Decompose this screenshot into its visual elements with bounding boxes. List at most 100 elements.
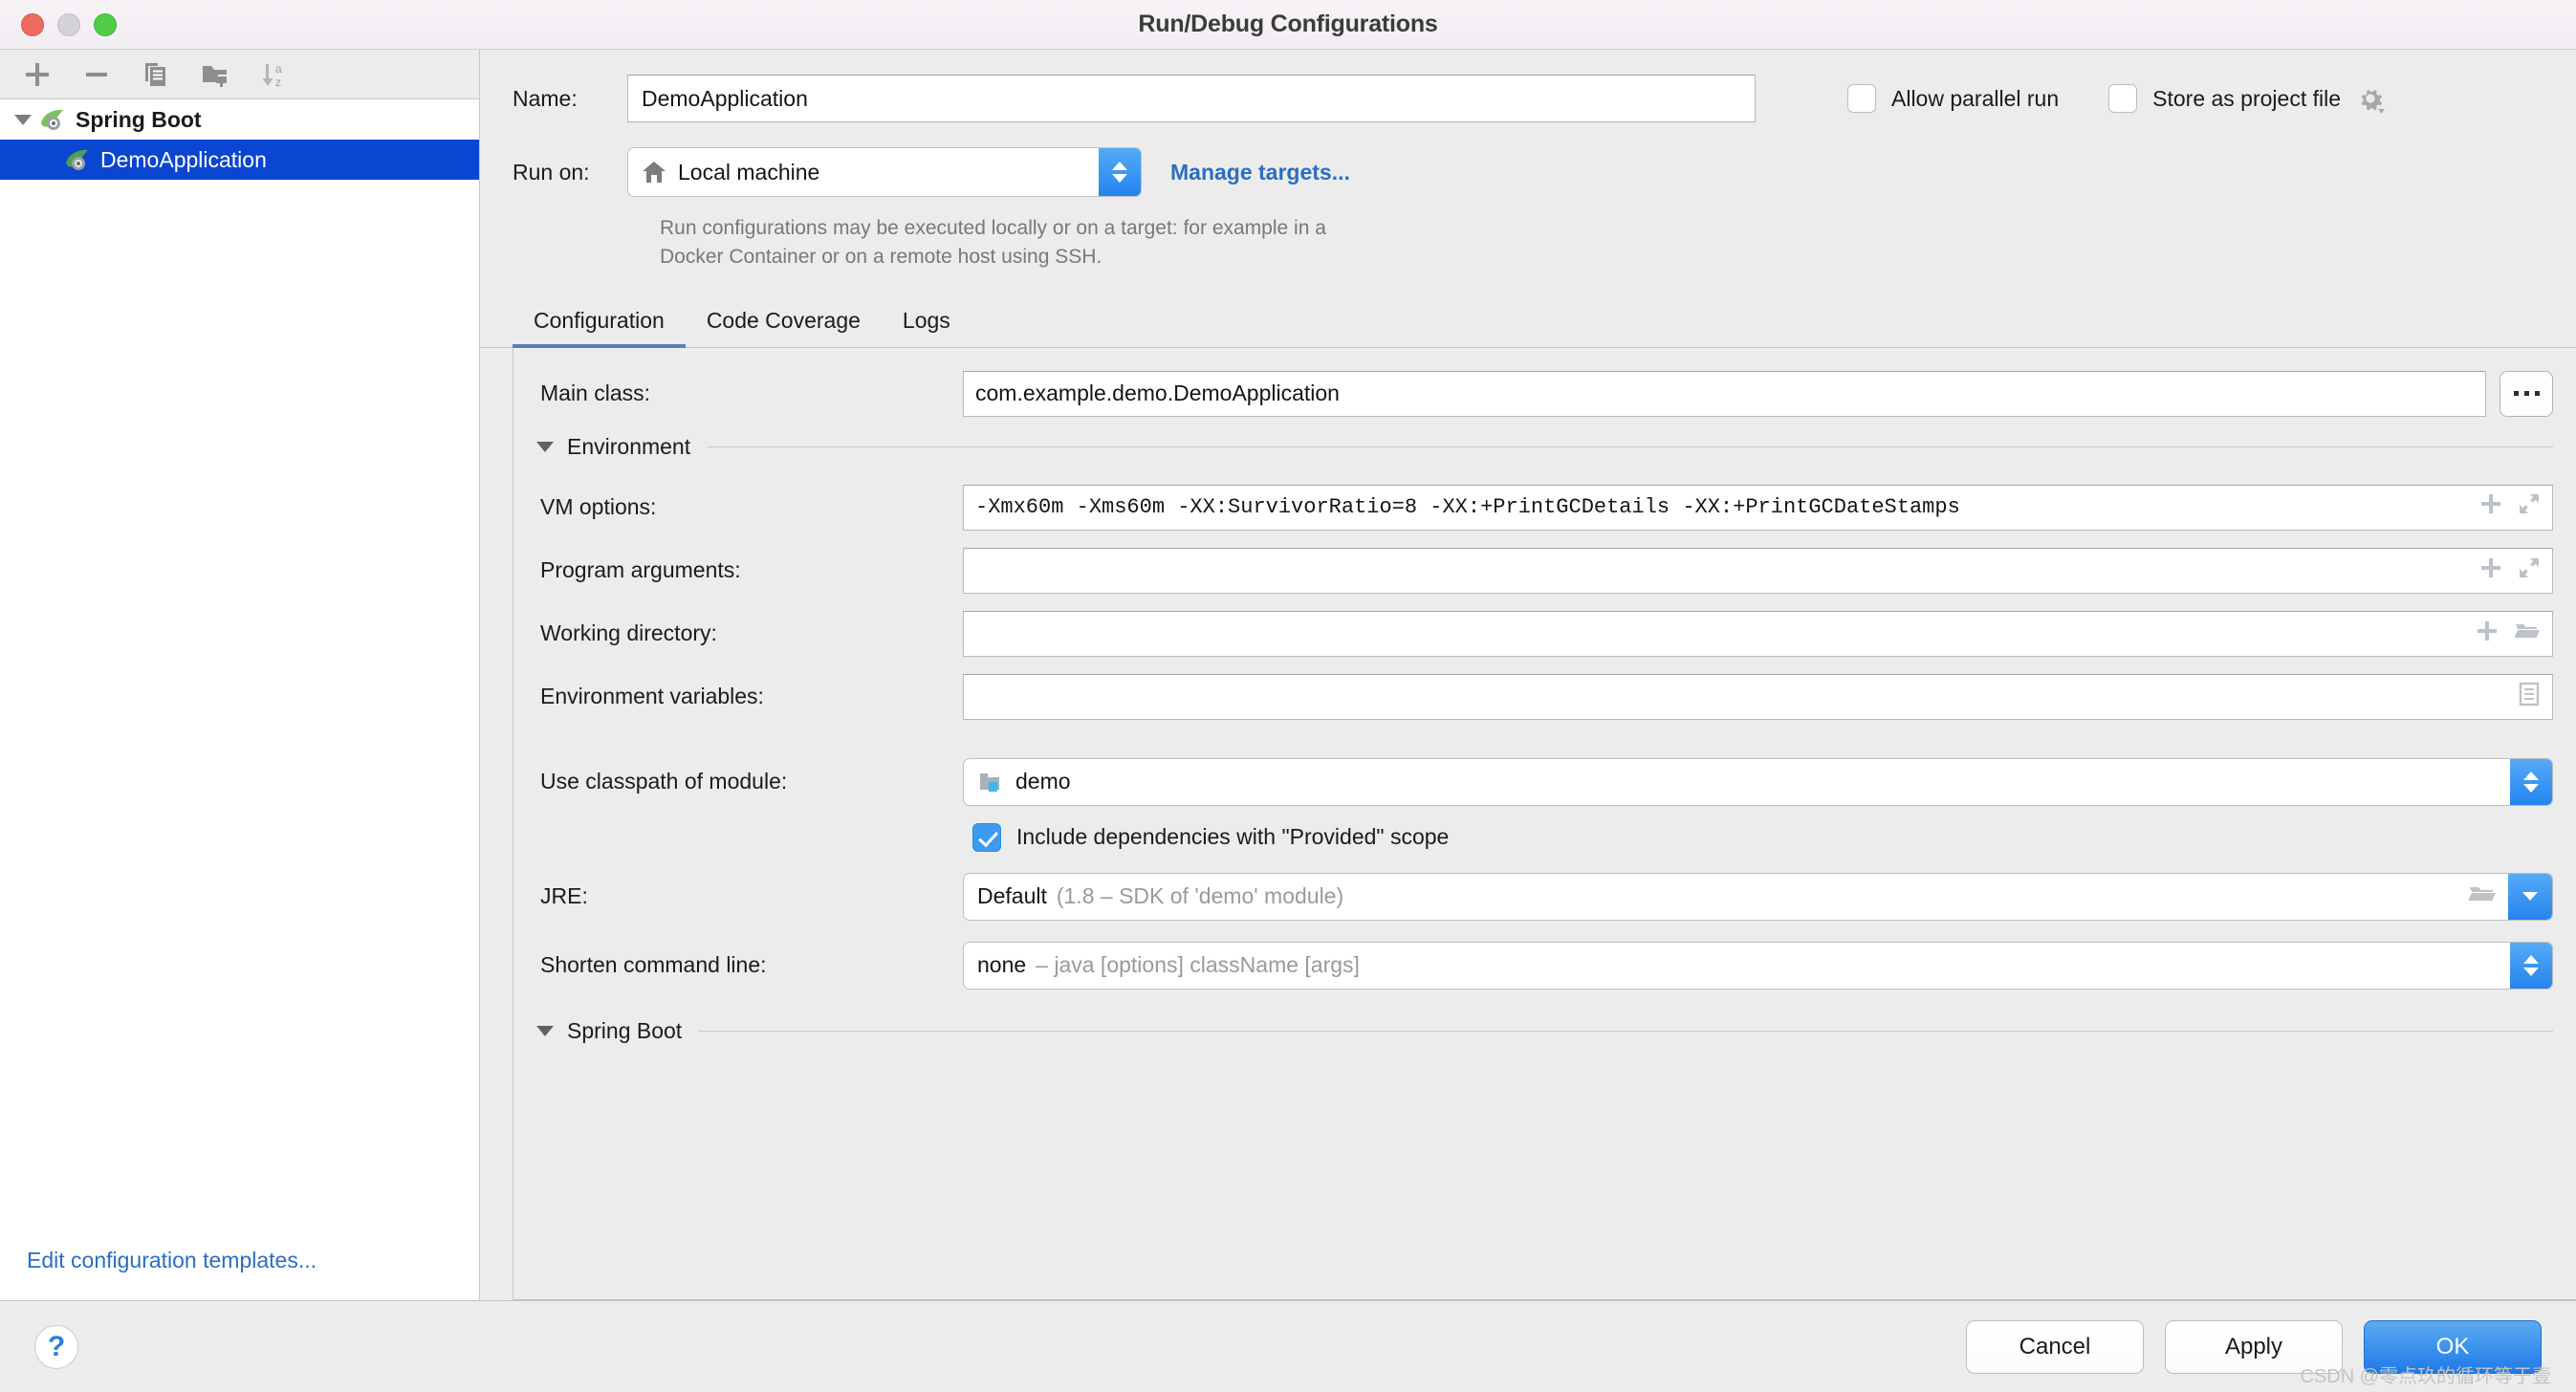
tab-configuration[interactable]: Configuration (513, 300, 686, 348)
add-configuration-button[interactable] (15, 55, 59, 94)
copy-configuration-button[interactable] (134, 55, 178, 94)
module-icon (977, 770, 1004, 794)
apply-button[interactable]: Apply (2165, 1319, 2343, 1374)
main-class-input[interactable]: com.example.demo.DemoApplication (963, 370, 2486, 417)
main-panel: Name: DemoApplication Allow parallel run… (480, 50, 2576, 1300)
program-arguments-input[interactable] (963, 547, 2553, 594)
run-on-row: Run on: Local machine Manage targets... (480, 147, 2576, 197)
manage-targets-link[interactable]: Manage targets... (1170, 160, 1350, 185)
shorten-command-line-stepper[interactable] (2510, 942, 2552, 989)
vm-options-input[interactable]: -Xmx60m -Xms60m -XX:SurvivorRatio=8 -XX:… (963, 484, 2553, 531)
shorten-command-line-dropdown[interactable]: none – java [options] className [args] (963, 941, 2553, 990)
plus-icon[interactable] (2476, 620, 2499, 648)
tree-group-spring-boot[interactable]: Spring Boot (0, 99, 479, 140)
plus-icon[interactable] (2479, 492, 2502, 522)
collapse-triangle-icon[interactable] (536, 1025, 554, 1036)
use-classpath-of-module-value: demo (1015, 769, 1071, 794)
chevron-down-icon (2522, 892, 2538, 902)
tree-item-demoapplication[interactable]: DemoApplication (0, 140, 479, 180)
collapse-triangle-icon[interactable] (536, 441, 554, 452)
main-class-browse-button[interactable] (2500, 370, 2553, 417)
environment-section-header[interactable]: Environment (513, 434, 2576, 460)
vm-options-actions (2462, 492, 2541, 522)
checkbox-box[interactable] (972, 822, 1001, 852)
run-on-hint: Run configurations may be executed local… (660, 217, 1326, 268)
expand-icon[interactable] (2518, 556, 2541, 585)
remove-configuration-button[interactable] (75, 55, 119, 94)
chevron-up-icon (1112, 162, 1127, 170)
run-on-value: Local machine (678, 159, 820, 185)
include-provided-scope-label: Include dependencies with "Provided" sco… (1016, 824, 1450, 850)
run-on-dropdown[interactable]: Local machine (627, 147, 1142, 197)
expand-triangle-icon[interactable] (10, 114, 36, 125)
jre-value: Default (977, 883, 1047, 909)
jre-dropdown[interactable]: Default (1.8 – SDK of 'demo' module) (963, 872, 2553, 921)
module-stepper[interactable] (2510, 758, 2552, 805)
svg-text:z: z (275, 76, 281, 89)
sort-configurations-button[interactable]: a z (252, 55, 296, 94)
gear-icon[interactable] (2354, 82, 2387, 115)
vm-options-label: VM options: (540, 494, 657, 520)
dialog-body: a z Spring Boot DemoApplication Edit con… (0, 50, 2576, 1300)
folder-icon[interactable] (2468, 882, 2497, 911)
checkbox-box[interactable] (2108, 84, 2138, 113)
plus-icon[interactable] (2479, 556, 2502, 585)
jre-chevron-button[interactable] (2508, 873, 2552, 920)
store-as-project-file-checkbox[interactable]: Store as project file (2108, 84, 2341, 113)
program-arguments-control (963, 547, 2576, 594)
spring-boot-icon (36, 105, 69, 134)
edit-configuration-templates-link[interactable]: Edit configuration templates... (27, 1248, 317, 1273)
minimize-window-button[interactable] (57, 12, 80, 36)
use-classpath-of-module-control: demo (963, 757, 2576, 806)
program-arguments-label: Program arguments: (540, 557, 741, 583)
spring-boot-section-title: Spring Boot (567, 1017, 683, 1043)
shorten-command-line-control: none – java [options] className [args] (963, 941, 2576, 990)
shorten-command-line-row: Shorten command line: none – java [optio… (513, 941, 2576, 990)
configurations-tree[interactable]: Spring Boot DemoApplication (0, 99, 479, 1248)
store-as-project-file-label: Store as project file (2152, 85, 2342, 111)
list-icon[interactable] (2518, 682, 2541, 712)
section-divider (708, 446, 2553, 447)
top-form: Name: DemoApplication Allow parallel run… (480, 50, 2576, 272)
run-on-stepper[interactable] (1099, 148, 1141, 196)
allow-parallel-run-checkbox[interactable]: Allow parallel run (1847, 84, 2059, 113)
header-checkboxes: Allow parallel run Store as project file (1847, 82, 2387, 115)
environment-variables-actions (2500, 682, 2541, 712)
maximize-window-button[interactable] (94, 12, 117, 36)
working-directory-control (963, 610, 2576, 657)
spring-boot-section-header[interactable]: Spring Boot (513, 1018, 2576, 1044)
jre-control: Default (1.8 – SDK of 'demo' module) (963, 872, 2576, 921)
jre-value-hint: (1.8 – SDK of 'demo' module) (1056, 883, 1344, 909)
environment-variables-input[interactable] (963, 673, 2553, 720)
use-classpath-of-module-label: Use classpath of module: (540, 769, 788, 794)
footer-buttons: Cancel Apply OK (1966, 1319, 2542, 1374)
jre-row: JRE: Default (1.8 – SDK of 'demo' module… (513, 872, 2576, 921)
tab-logs[interactable]: Logs (882, 300, 971, 347)
name-row: Name: DemoApplication Allow parallel run… (480, 75, 2576, 122)
close-window-button[interactable] (21, 12, 44, 36)
vm-options-control: -Xmx60m -Xms60m -XX:SurvivorRatio=8 -XX:… (963, 484, 2576, 531)
working-directory-input[interactable] (963, 610, 2553, 657)
new-folder-button[interactable] (193, 55, 237, 94)
tab-code-coverage[interactable]: Code Coverage (686, 300, 882, 347)
checkbox-box[interactable] (1847, 84, 1876, 113)
dot (2534, 391, 2540, 397)
tab-bar: Configuration Code Coverage Logs (480, 300, 2576, 348)
expand-icon[interactable] (2518, 492, 2541, 522)
cancel-button[interactable]: Cancel (1966, 1319, 2144, 1374)
configurations-sidebar: a z Spring Boot DemoApplication Edit con… (0, 50, 480, 1300)
title-bar: Run/Debug Configurations (0, 0, 2576, 50)
help-button[interactable]: ? (34, 1324, 78, 1369)
vm-options-row: VM options: -Xmx60m -Xms60m -XX:Survivor… (513, 484, 2576, 531)
name-input[interactable]: DemoApplication (627, 75, 1756, 122)
chevron-up-icon (2523, 771, 2539, 780)
main-class-label: Main class: (540, 381, 651, 406)
configuration-pane[interactable]: Main class: com.example.demo.DemoApplica… (513, 347, 2576, 1300)
program-arguments-row: Program arguments: (513, 547, 2576, 594)
folder-icon[interactable] (2514, 620, 2541, 648)
include-provided-scope-checkbox[interactable]: Include dependencies with "Provided" sco… (963, 822, 2576, 852)
use-classpath-of-module-dropdown[interactable]: demo (963, 757, 2553, 806)
chevron-down-icon (2523, 967, 2539, 976)
ok-button[interactable]: OK (2364, 1319, 2542, 1374)
svg-text:a: a (275, 62, 282, 76)
